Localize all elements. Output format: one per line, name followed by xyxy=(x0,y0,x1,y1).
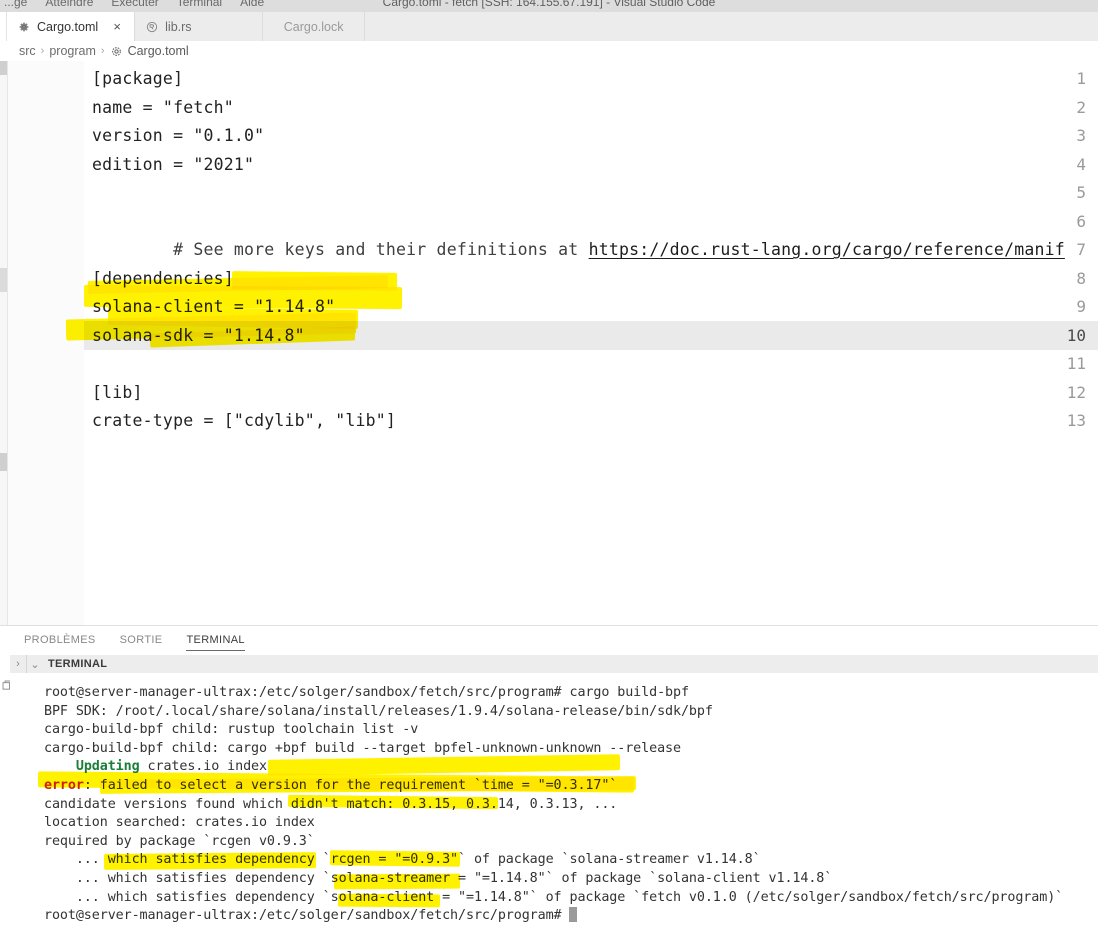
line-number: 2 xyxy=(1076,97,1086,117)
line-number: 11 xyxy=(1066,354,1086,373)
terminal-line: ... which satisfies dependency `rcgen = … xyxy=(44,852,761,868)
breadcrumb[interactable]: src › program › Cargo.toml xyxy=(0,41,1098,61)
tab-bar-spacer xyxy=(365,12,1098,41)
terminal-header: › ⌄ TERMINAL xyxy=(0,655,1098,673)
line-number-current: 10 xyxy=(1066,325,1086,345)
tab-label: Cargo.lock xyxy=(283,19,344,34)
close-icon[interactable]: × xyxy=(110,20,124,34)
doc-link[interactable]: https://doc.rust-lang.org/cargo/referenc… xyxy=(589,240,1065,259)
terminal-header-label: TERMINAL xyxy=(48,658,108,670)
code-line: solana-client = "1.14.8" xyxy=(92,297,336,316)
panel-tab-bar: PROBLÈMES SORTIE TERMINAL xyxy=(0,626,1098,654)
terminal-line: ... which satisfies dependency `solana-c… xyxy=(44,889,1064,905)
status-error: error xyxy=(44,778,84,793)
terminal-prompt-line: root@server-manager-ultrax:/etc/solger/s… xyxy=(44,907,578,926)
code-line: [lib] xyxy=(92,382,143,402)
code-line-comment: # See more keys and their definitions at… xyxy=(92,208,1065,294)
titlebar: ...ge Atteindre Exécuter Terminal Aide C… xyxy=(0,0,1098,12)
code-surface[interactable]: 1 2 3 4 5 6 7 8 9 10 11 12 13 [package] … xyxy=(8,61,1098,625)
terminal-text: : failed to select a version for the req… xyxy=(83,778,618,793)
terminal-output[interactable]: root@server-manager-ultrax:/etc/solger/s… xyxy=(10,673,1098,951)
line-number: 3 xyxy=(1076,126,1086,145)
menu-bar[interactable]: ...ge Atteindre Exécuter Terminal Aide xyxy=(0,0,264,9)
chevron-down-icon[interactable]: ⌄ xyxy=(27,655,43,673)
panel-tab-label: TERMINAL xyxy=(186,634,245,646)
gear-icon xyxy=(17,20,31,34)
terminal-prompt: root@server-manager-ultrax:/etc/solger/s… xyxy=(44,908,570,924)
terminal-header-rail xyxy=(0,655,10,673)
terminal-text: crates.io index xyxy=(139,759,268,775)
tab-sortie[interactable]: SORTIE xyxy=(120,626,163,654)
tab-bar-left-rail xyxy=(0,12,7,41)
terminal-line: ... which satisfies dependency `solana-s… xyxy=(44,871,833,886)
code-line: [package] xyxy=(92,69,184,88)
status-updating: Updating xyxy=(75,759,140,775)
terminal-line: BPF SDK: /root/.local/share/solana/insta… xyxy=(44,703,713,719)
code-line: version = "0.1.0" xyxy=(92,126,265,145)
breadcrumb-item-cargo-toml[interactable]: Cargo.toml xyxy=(128,44,189,58)
tab-cargo-lock[interactable]: Cargo.lock xyxy=(263,12,366,41)
breadcrumb-item-program[interactable]: program xyxy=(49,44,96,58)
tab-problemes[interactable]: PROBLÈMES xyxy=(24,626,96,654)
breadcrumb-item-src[interactable]: src xyxy=(19,44,36,58)
line-number: 12 xyxy=(1066,382,1086,402)
scroll-marker-top[interactable] xyxy=(0,61,7,75)
gear-icon xyxy=(110,45,123,58)
terminal-line: location searched: crates.io index xyxy=(44,815,315,831)
editor-left-rail xyxy=(0,61,8,625)
terminal-side-strip xyxy=(0,673,13,951)
comment-text: # See more keys and their definitions at xyxy=(173,240,589,259)
terminal-line-error: error: failed to select a version for th… xyxy=(44,777,617,796)
terminal-cursor xyxy=(569,907,578,923)
scroll-marker-mid[interactable] xyxy=(0,268,7,292)
line-number: 13 xyxy=(1066,411,1086,430)
chevron-right-icon: › xyxy=(100,45,105,57)
tab-terminal[interactable]: TERMINAL xyxy=(186,626,246,654)
chevron-right-icon: › xyxy=(40,45,45,57)
line-number: 4 xyxy=(1076,154,1086,174)
terminal-line: root@server-manager-ultrax:/etc/solger/s… xyxy=(44,685,689,700)
terminal-line: required by package `rcgen v0.9.3` xyxy=(44,833,315,849)
menu-item-terminal[interactable]: Terminal xyxy=(177,0,222,9)
code-line: solana-sdk = "1.14.8" xyxy=(92,325,305,345)
code-editor[interactable]: 1 2 3 4 5 6 7 8 9 10 11 12 13 [package] … xyxy=(0,61,1098,625)
terminal-line: cargo-build-bpf child: cargo +bpf build … xyxy=(44,740,681,756)
tab-lib-rs[interactable]: lib.rs xyxy=(135,12,264,41)
code-line: edition = "2021" xyxy=(92,154,255,174)
menu-item-aide[interactable]: Aide xyxy=(240,0,264,9)
menu-item-executer[interactable]: Exécuter xyxy=(111,0,158,9)
line-number: 9 xyxy=(1076,297,1086,316)
terminal-line: cargo-build-bpf child: rustup toolchain … xyxy=(44,722,419,738)
scroll-marker-bottom[interactable] xyxy=(0,453,7,471)
code-line: name = "fetch" xyxy=(92,97,234,117)
tab-label: lib.rs xyxy=(165,19,192,34)
terminal-line-updating: Updating crates.io index xyxy=(44,758,267,777)
line-number: 1 xyxy=(1076,69,1086,88)
tab-label: Cargo.toml xyxy=(37,19,99,34)
line-number-gutter xyxy=(8,61,84,625)
terminal-line: candidate versions found which didn't ma… xyxy=(44,796,618,812)
tab-cargo-toml[interactable]: Cargo.toml × xyxy=(7,12,136,41)
panel-tab-label: SORTIE xyxy=(119,634,163,646)
rust-icon xyxy=(145,20,159,34)
menu-item-0[interactable]: ...ge xyxy=(4,0,27,9)
code-line: crate-type = ["cdylib", "lib"] xyxy=(92,411,397,430)
chevron-right-icon[interactable]: › xyxy=(10,655,26,673)
menu-item-atteindre[interactable]: Atteindre xyxy=(45,0,93,9)
editor-tab-bar: Cargo.toml × lib.rs Cargo.lock xyxy=(0,12,1098,42)
code-line: [dependencies] xyxy=(92,268,234,288)
vscode-window: ...ge Atteindre Exécuter Terminal Aide C… xyxy=(0,0,1098,951)
bottom-panel: PROBLÈMES SORTIE TERMINAL › ⌄ TERMINAL r… xyxy=(0,625,1098,951)
panel-tab-label: PROBLÈMES xyxy=(24,634,96,646)
line-number: 5 xyxy=(1076,183,1086,202)
